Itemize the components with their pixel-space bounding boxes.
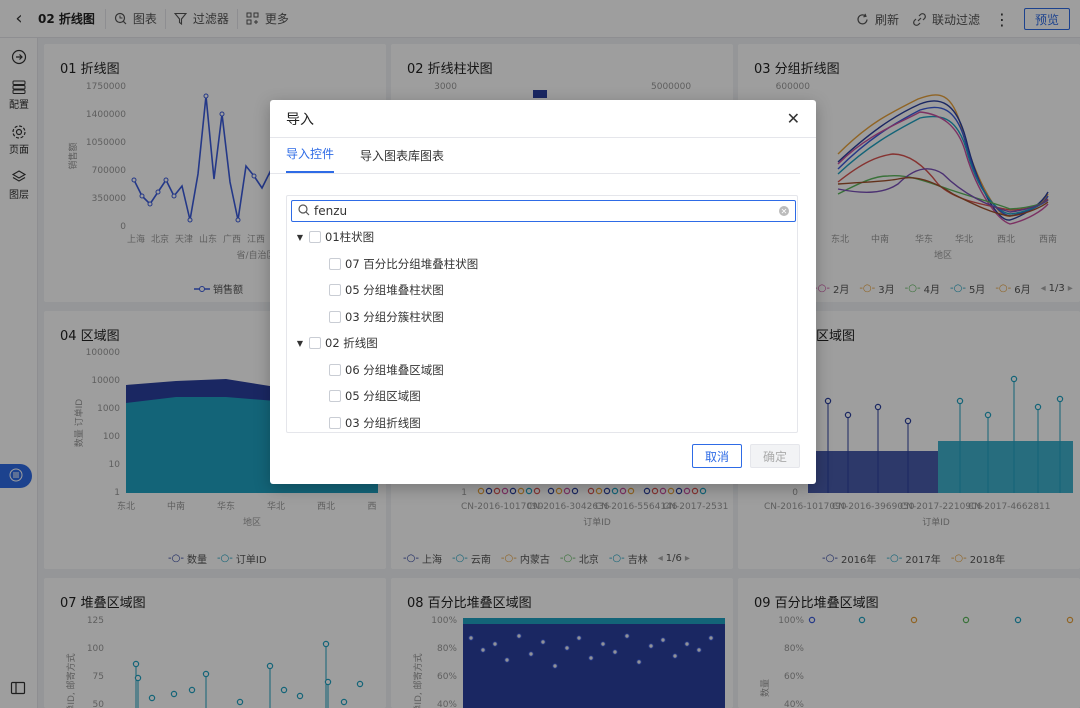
dialog-header: 导入 ✕ — [270, 100, 816, 138]
tab-import-widget[interactable]: 导入控件 — [286, 145, 334, 173]
tree-list: ▼ 01柱状图 07 百分比分组堆叠柱状图 05 分组堆叠柱状图 03 分组分簇… — [287, 224, 797, 433]
tree-node[interactable]: 03 分组折线图 — [287, 410, 797, 434]
tree-node[interactable]: 07 百分比分组堆叠柱状图 — [287, 251, 797, 278]
tree-node[interactable]: 06 分组堆叠区域图 — [287, 357, 797, 384]
checkbox[interactable] — [329, 284, 341, 296]
tree-node[interactable]: 03 分组分簇柱状图 — [287, 304, 797, 331]
caret-down-icon[interactable]: ▼ — [295, 233, 305, 242]
tree-node-label: 03 分组折线图 — [345, 415, 421, 431]
checkbox[interactable] — [329, 417, 341, 429]
checkbox[interactable] — [329, 390, 341, 402]
import-dialog: 导入 ✕ 导入控件 导入图表库图表 ✕ ▼ 01柱状图 07 百分比分组堆叠柱状… — [270, 100, 816, 484]
tree-node-label: 03 分组分簇柱状图 — [345, 309, 444, 325]
dialog-tabs: 导入控件 导入图表库图表 — [270, 138, 800, 174]
cancel-button[interactable]: 取消 — [692, 444, 742, 468]
confirm-button[interactable]: 确定 — [750, 444, 800, 468]
checkbox[interactable] — [329, 258, 341, 270]
tree-panel: ✕ ▼ 01柱状图 07 百分比分组堆叠柱状图 05 分组堆叠柱状图 03 分组… — [286, 195, 798, 433]
tree-node-label: 02 折线图 — [325, 335, 378, 351]
dialog-footer: 取消 确定 — [692, 444, 800, 468]
tree-node[interactable]: 05 分组区域图 — [287, 383, 797, 410]
search-icon — [298, 204, 310, 219]
tree-node-label: 05 分组堆叠柱状图 — [345, 282, 444, 298]
search-box: ✕ — [291, 200, 796, 222]
search-input[interactable] — [314, 204, 779, 218]
tree-node-label: 07 百分比分组堆叠柱状图 — [345, 256, 478, 272]
tree-node-label: 01柱状图 — [325, 229, 374, 245]
dialog-title: 导入 — [286, 109, 314, 129]
close-icon[interactable]: ✕ — [787, 109, 800, 128]
tree-node[interactable]: 05 分组堆叠柱状图 — [287, 277, 797, 304]
checkbox[interactable] — [309, 337, 321, 349]
checkbox[interactable] — [329, 364, 341, 376]
tree-node[interactable]: ▼ 02 折线图 — [287, 330, 797, 357]
tree-node-label: 05 分组区域图 — [345, 388, 421, 404]
tree-node[interactable]: ▼ 01柱状图 — [287, 224, 797, 251]
tree-node-label: 06 分组堆叠区域图 — [345, 362, 444, 378]
clear-icon[interactable]: ✕ — [779, 206, 789, 216]
tab-import-chart-library[interactable]: 导入图表库图表 — [360, 147, 444, 173]
caret-down-icon[interactable]: ▼ — [295, 339, 305, 348]
checkbox[interactable] — [329, 311, 341, 323]
checkbox[interactable] — [309, 231, 321, 243]
